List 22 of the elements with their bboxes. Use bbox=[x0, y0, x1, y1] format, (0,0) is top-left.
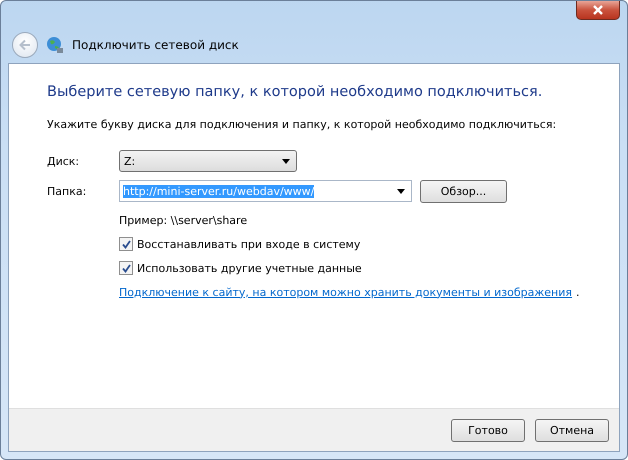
checkbox-label: Использовать другие учетные данные bbox=[137, 262, 362, 274]
network-globe-icon bbox=[46, 36, 64, 54]
checkbox[interactable] bbox=[119, 237, 133, 251]
browse-button[interactable]: Обзор... bbox=[420, 180, 507, 202]
close-icon bbox=[592, 5, 604, 15]
checkbox[interactable] bbox=[119, 261, 133, 275]
drive-label: Диск: bbox=[47, 154, 80, 168]
finish-button[interactable]: Готово bbox=[451, 418, 525, 442]
period-text: . bbox=[576, 286, 580, 298]
page-heading: Выберите сетевую папку, к которой необходимо подключиться. bbox=[47, 84, 544, 100]
folder-label: Папка: bbox=[47, 184, 88, 198]
checkbox-label: Восстанавливать при входе в систему bbox=[137, 238, 360, 250]
close-button[interactable] bbox=[576, 1, 620, 20]
example-text: Пример: \\server\share bbox=[119, 214, 248, 226]
drive-dropdown[interactable]: Z: bbox=[119, 150, 297, 172]
cancel-button[interactable]: Отмена bbox=[535, 418, 609, 442]
dropdown-arrow-icon bbox=[397, 188, 405, 194]
website-link[interactable]: Подключение к сайту, на котором можно хранить документы и изображения bbox=[119, 286, 572, 298]
dropdown-arrow-icon bbox=[282, 158, 290, 164]
instruction-text: Укажите букву диска для подключения и папку, к которой необходимо подключиться: bbox=[47, 118, 558, 131]
back-arrow-icon bbox=[18, 39, 32, 51]
window-title: Подключить сетевой диск bbox=[72, 38, 239, 52]
